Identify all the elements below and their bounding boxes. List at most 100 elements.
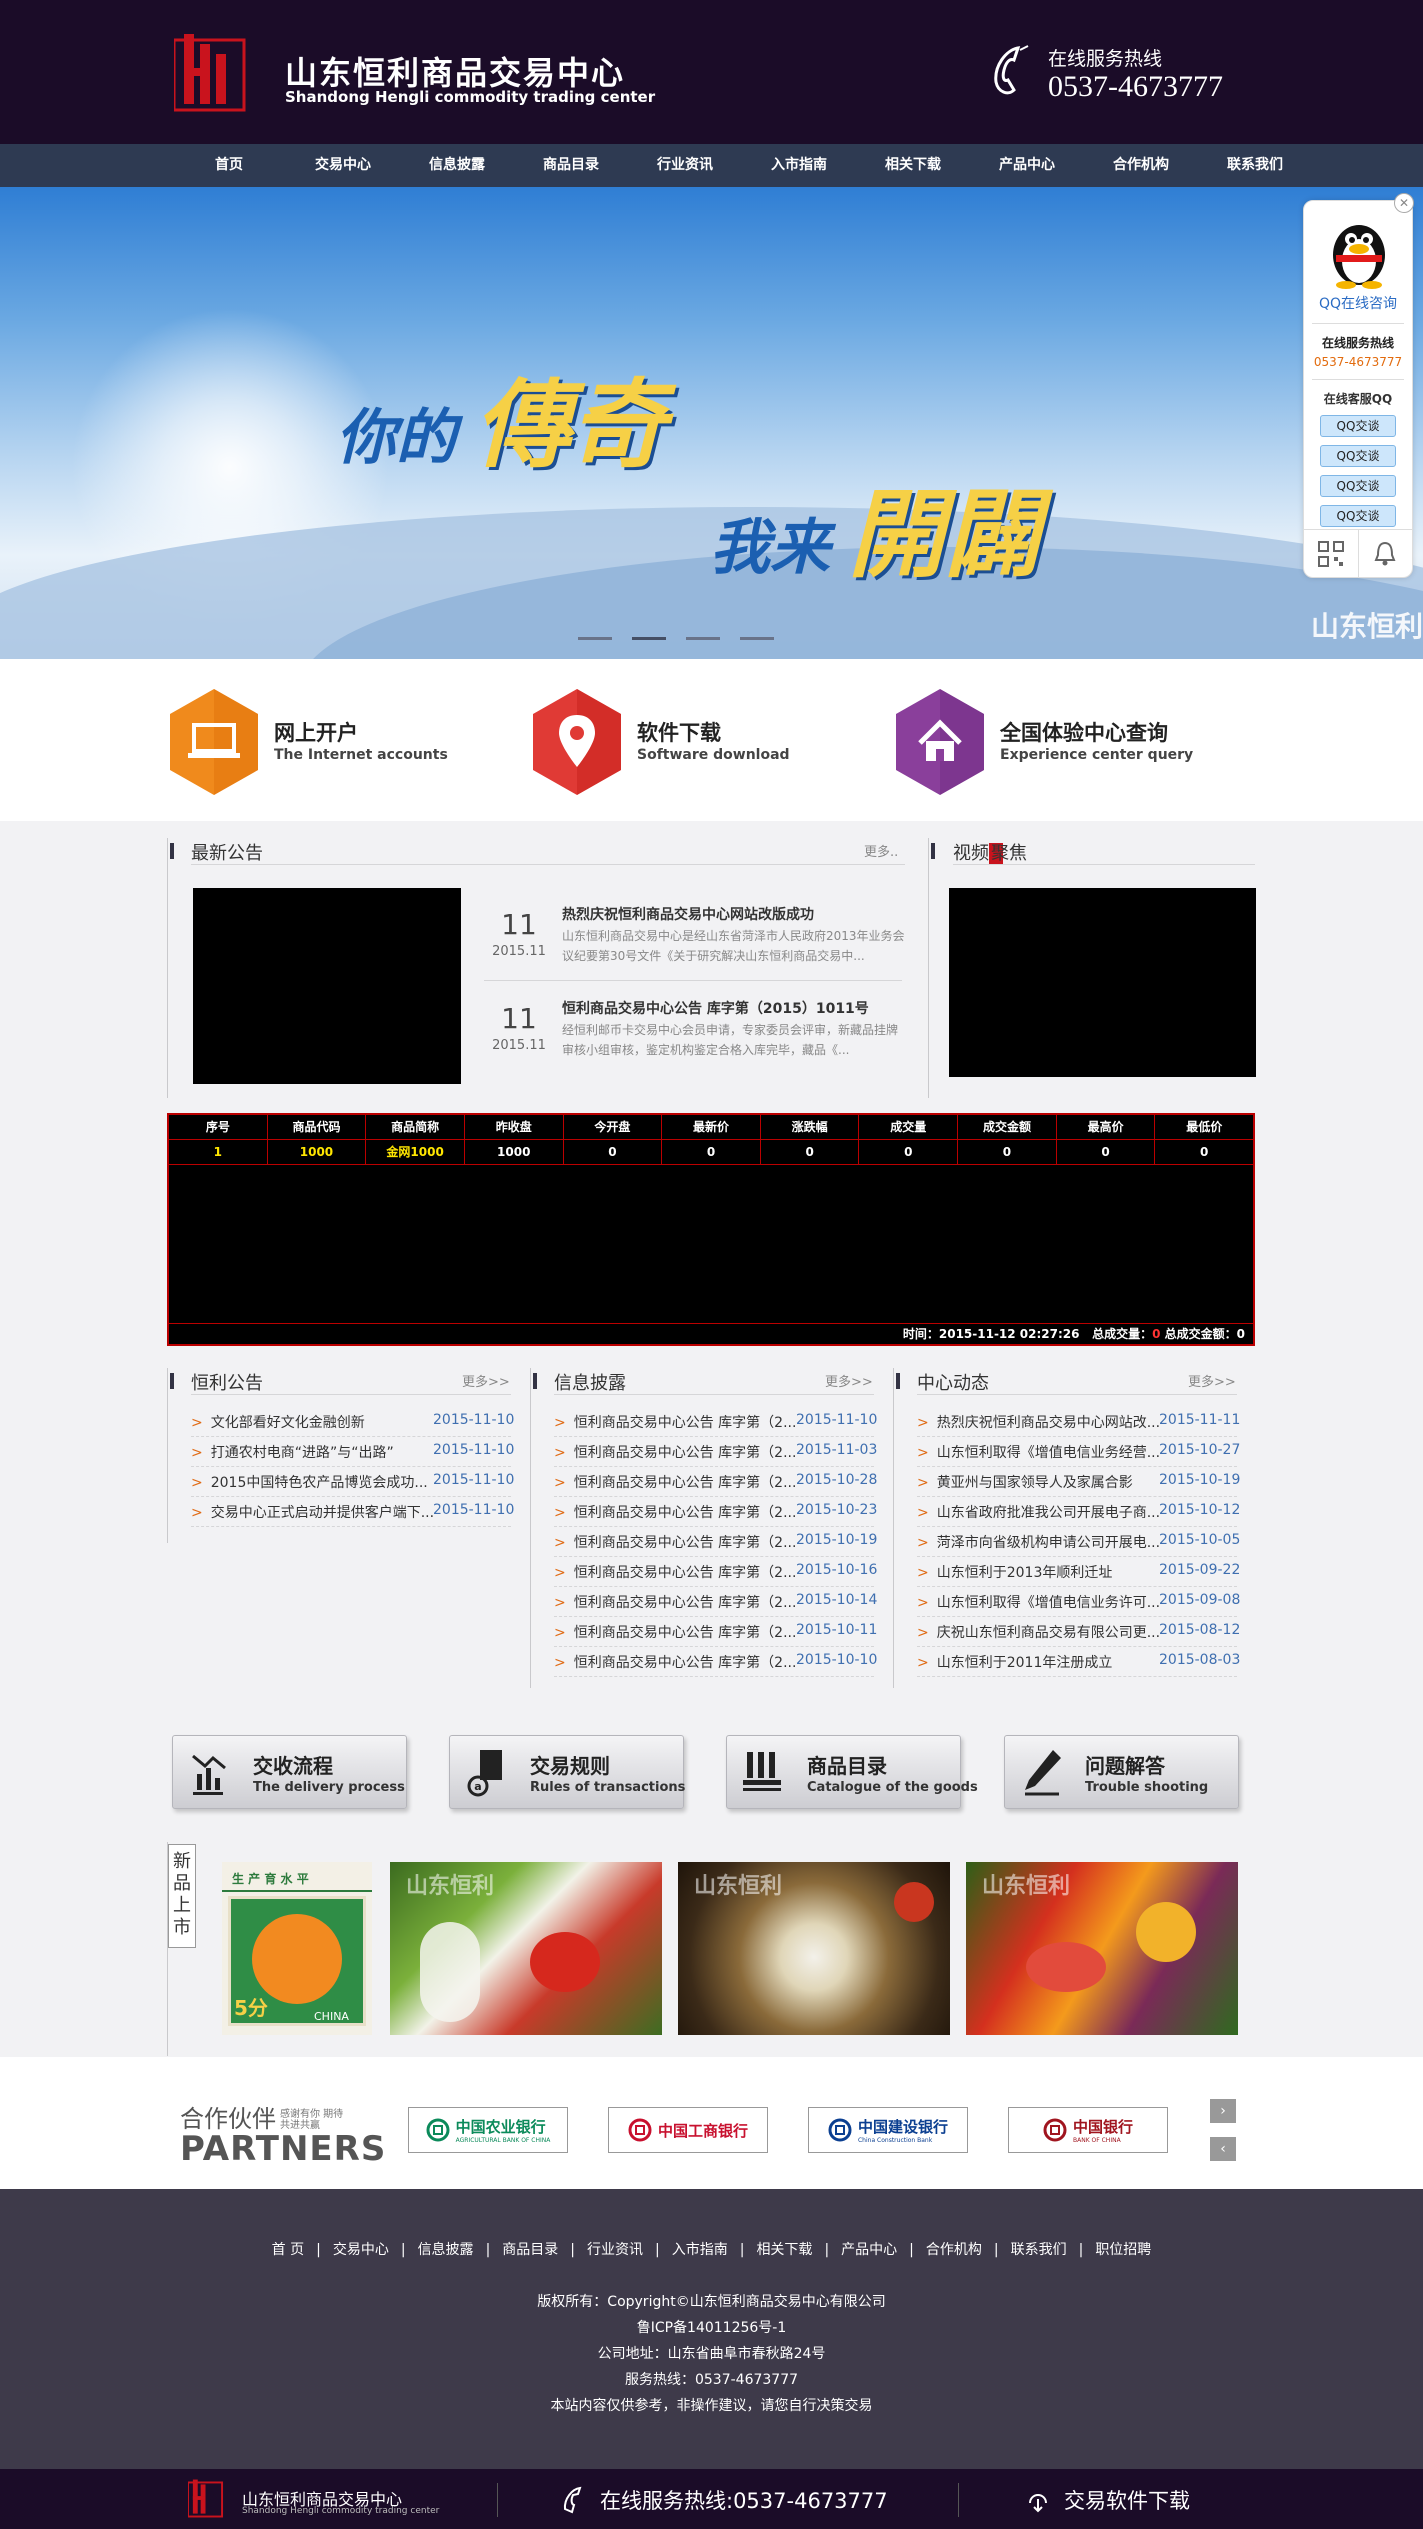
quick-link-experience-center[interactable]: 全国体验中心查询 Experience center query [890,687,1230,797]
table-row[interactable]: 1 1000 金网1000 1000 0 0 0 0 0 0 0 [169,1140,1254,1165]
list-title: 中心动态 [917,1373,989,1394]
partners-next-button[interactable]: › [1210,2099,1236,2123]
footer-nav-link[interactable]: 相关下载 [756,2242,812,2258]
video-player[interactable] [949,888,1256,1077]
banner-dot[interactable] [740,637,774,640]
list-item-text[interactable]: 山东恒利于2011年注册成立 [937,1655,1113,1671]
banner-dot[interactable] [686,637,720,640]
list-item-text[interactable]: 山东恒利取得《增值电信业务许可... [937,1595,1160,1611]
list-item-text[interactable]: 庆祝山东恒利商品交易有限公司更... [937,1625,1160,1641]
nav-products[interactable]: 产品中心 [970,144,1084,187]
list-more-link[interactable]: 更多>> [1188,1371,1236,1390]
product-image-fruits[interactable]: 山东恒利 [966,1862,1238,2035]
qq-penguin-icon [1324,211,1394,289]
list-item-text[interactable]: 恒利商品交易中心公告 库字第（2... [574,1415,797,1431]
news-month: 2015.11 [492,1038,546,1053]
nav-disclosure[interactable]: 信息披露 [400,144,514,187]
nav-catalogue[interactable]: 商品目录 [514,144,628,187]
list-item-text[interactable]: 恒利商品交易中心公告 库字第（2... [574,1505,797,1521]
list-more-link[interactable]: 更多>> [462,1371,510,1390]
qr-code-icon[interactable] [1304,530,1358,577]
partner-bank-logo[interactable]: 中国建设银行 China Construction Bank [808,2107,968,2153]
divider [554,1646,874,1647]
guide-button-rules[interactable]: a 交易规则 Rules of transactions [449,1735,685,1809]
news-title[interactable]: 热烈庆祝恒利商品交易中心网站改版成功 [562,904,814,924]
partner-bank-logo[interactable]: 中国工商银行 [608,2107,768,2153]
bank-name: 中国银行 [1072,2118,1133,2136]
footer-nav-link[interactable]: 首 页 [272,2242,304,2258]
list-item-text[interactable]: 山东省政府批准我公司开展电子商... [937,1505,1160,1521]
list-item-text[interactable]: 交易中心正式启动并提供客户端下... [211,1505,434,1521]
nav-contact[interactable]: 联系我们 [1198,144,1312,187]
bell-icon[interactable] [1357,530,1413,577]
partner-bank-logo[interactable]: 中国农业银行 AGRICULTURAL BANK OF CHINA [408,2107,568,2153]
watermark: 山东恒利 [406,1874,495,1899]
nav-separator: | [316,2242,321,2258]
time-label: 时间： [902,1327,939,1341]
site-logo[interactable] [172,34,248,114]
software-download-link[interactable]: 交易软件下载 [1064,2485,1190,2515]
nav-downloads[interactable]: 相关下载 [856,144,970,187]
divider [191,1394,511,1395]
banner-dot[interactable] [632,637,666,640]
footer-nav-link[interactable]: 商品目录 [502,2242,558,2258]
nav-home[interactable]: 首页 [172,144,286,187]
guide-button-catalogue[interactable]: 商品目录 Catalogue of the goods [726,1735,978,1809]
notice-image[interactable] [193,888,461,1084]
float-hotline-label: 在线服务热线 [1321,336,1394,350]
banner-dot[interactable] [578,637,612,640]
list-item-text[interactable]: 恒利商品交易中心公告 库字第（2... [574,1655,797,1671]
footer-nav-link[interactable]: 行业资讯 [587,2242,643,2258]
nav-trading-center[interactable]: 交易中心 [286,144,400,187]
list-item-text[interactable]: 恒利商品交易中心公告 库字第（2... [574,1535,797,1551]
footer-icp[interactable]: 鲁ICP备14011256号-1 [0,2315,1423,2341]
footer-nav-link[interactable]: 产品中心 [841,2242,897,2258]
close-icon[interactable]: ✕ [1394,193,1414,213]
list-more-link[interactable]: 更多>> [825,1371,873,1390]
list-item-text[interactable]: 菏泽市向省级机构申请公司开展电... [937,1535,1160,1551]
list-item-text[interactable]: 恒利商品交易中心公告 库字第（2... [574,1565,797,1581]
partner-bank-logo[interactable]: 中国银行 BANK OF CHINA [1008,2107,1168,2153]
nav-partners[interactable]: 合作机构 [1084,144,1198,187]
footer-nav-link[interactable]: 职位招聘 [1095,2242,1151,2258]
list-item-text[interactable]: 恒利商品交易中心公告 库字第（2... [574,1445,797,1461]
list-item-text[interactable]: 文化部看好文化金融创新 [211,1415,365,1431]
product-image-vegetables[interactable]: 山东恒利 [390,1862,662,2035]
qq-chat-button[interactable]: QQ交谈 [1320,445,1396,467]
qq-consult-link[interactable]: QQ在线咨询 [1304,293,1412,313]
hero-banner[interactable]: 你的 傳奇 我来 開闢 山东恒利 [0,187,1423,659]
list-item-text[interactable]: 恒利商品交易中心公告 库字第（2... [574,1475,797,1491]
list-item-text[interactable]: 打通农村电商“进路”与“出路” [211,1445,394,1461]
quick-link-software-download[interactable]: 软件下载 Software download [527,687,827,797]
footer-nav-link[interactable]: 信息披露 [418,2242,474,2258]
qq-chat-button[interactable]: QQ交谈 [1320,505,1396,527]
list-item-text[interactable]: 2015中国特色农产品博览会成功... [211,1475,428,1491]
guide-button-faq[interactable]: 问题解答 Trouble shooting [1004,1735,1239,1809]
partners-prev-button[interactable]: ‹ [1210,2137,1236,2161]
nav-industry-news[interactable]: 行业资讯 [628,144,742,187]
guide-button-delivery[interactable]: 交收流程 The delivery process [172,1735,407,1809]
list-item-text[interactable]: 恒利商品交易中心公告 库字第（2... [574,1595,797,1611]
list-item-text[interactable]: 黄亚州与国家领导人及家属合影 [937,1475,1133,1491]
divider [530,1368,531,1688]
footer-nav-link[interactable]: 入市指南 [672,2242,728,2258]
product-image-stamp[interactable]: 生 产 育 水 平 5分 CHINA [222,1862,372,2035]
footer-nav-link[interactable]: 交易中心 [333,2242,389,2258]
footer-nav-link[interactable]: 合作机构 [926,2242,982,2258]
footer-nav-link[interactable]: 联系我们 [1011,2242,1067,2258]
quick-link-open-account[interactable]: 网上开户 The Internet accounts [164,687,464,797]
qq-float-panel: ✕ QQ在线咨询 在线服务热线 0537-4673777 在线客服QQ QQ交谈… [1303,193,1414,578]
laptop-icon [170,689,258,795]
product-image-grains[interactable]: 山东恒利 [678,1862,950,2035]
notice-more-link[interactable]: 更多.. [864,841,898,860]
qq-chat-button[interactable]: QQ交谈 [1320,415,1396,437]
news-title[interactable]: 恒利商品交易中心公告 库字第（2015）1011号 [562,998,869,1018]
list-item-text[interactable]: 山东恒利取得《增值电信业务经营... [937,1445,1160,1461]
nav-guide[interactable]: 入市指南 [742,144,856,187]
list-item-text[interactable]: 热烈庆祝恒利商品交易中心网站改... [937,1415,1160,1431]
arrow-icon: > [917,1505,929,1521]
list-item-text[interactable]: 恒利商品交易中心公告 库字第（2... [574,1625,797,1641]
bottom-logo[interactable] [188,2479,224,2519]
list-item-text[interactable]: 山东恒利于2013年顺利迁址 [937,1565,1113,1581]
qq-chat-button[interactable]: QQ交谈 [1320,475,1396,497]
